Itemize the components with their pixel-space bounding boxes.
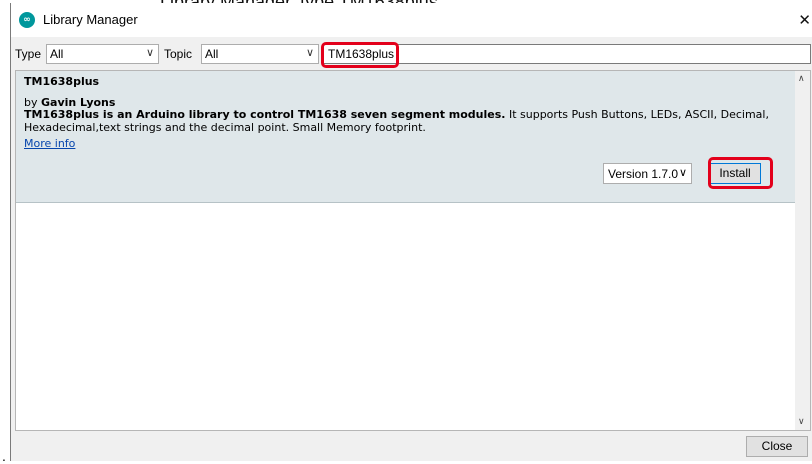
library-list: TM1638plus by Gavin Lyons TM1638plus is … — [15, 70, 811, 431]
search-input[interactable]: TM1638plus — [323, 44, 811, 64]
more-info-link[interactable]: More info — [24, 137, 75, 150]
scroll-down-icon[interactable]: ∨ — [798, 417, 805, 427]
library-description: TM1638plus is an Arduino library to cont… — [24, 108, 784, 134]
filter-bar: Type All ∨ Topic All ∨ TM1638plus — [11, 40, 812, 66]
scroll-up-icon[interactable]: ∧ — [798, 74, 805, 84]
chevron-down-icon: ∨ — [678, 166, 687, 179]
topic-select[interactable]: All ∨ — [201, 44, 319, 64]
version-select[interactable]: Version 1.7.0 ∨ — [603, 163, 692, 184]
install-button[interactable]: Install — [709, 163, 761, 184]
background-bullet: . — [2, 448, 6, 464]
chevron-down-icon: ∨ — [305, 46, 314, 59]
version-value: Version 1.7.0 — [608, 167, 679, 181]
close-button[interactable]: Close — [746, 436, 808, 457]
vertical-scrollbar[interactable]: ∧ ∨ — [795, 71, 810, 430]
close-window-icon[interactable]: ✕ — [798, 11, 811, 29]
library-card-tm1638plus[interactable]: TM1638plus by Gavin Lyons TM1638plus is … — [16, 71, 795, 203]
description-bold: TM1638plus is an Arduino library to cont… — [24, 108, 506, 121]
topic-label: Topic — [164, 47, 193, 61]
topic-select-value: All — [205, 47, 219, 61]
library-manager-window: ∞ Library Manager ✕ Type All ∨ Topic All… — [10, 3, 812, 461]
title-bar: ∞ Library Manager ✕ — [11, 3, 812, 37]
type-label: Type — [15, 47, 42, 61]
type-select[interactable]: All ∨ — [46, 44, 159, 64]
library-name: TM1638plus — [24, 75, 100, 88]
window-title: Library Manager — [43, 12, 138, 27]
arduino-logo-icon: ∞ — [19, 12, 35, 28]
type-select-value: All — [50, 47, 64, 61]
chevron-down-icon: ∨ — [145, 46, 154, 59]
